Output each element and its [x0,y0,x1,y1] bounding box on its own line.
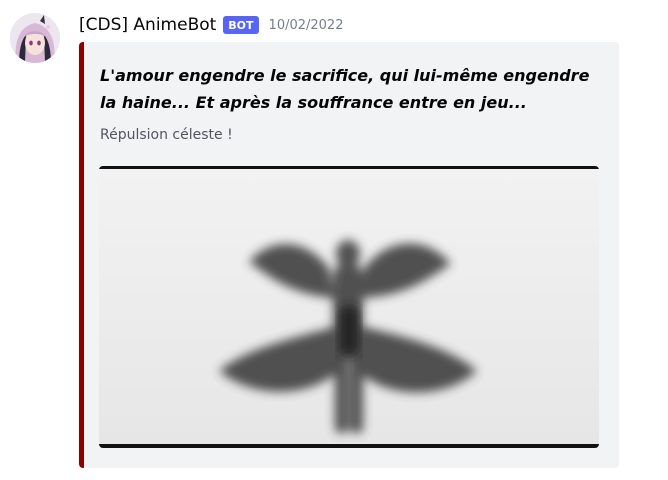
bot-badge: BOT [223,16,259,34]
embed-title: L'amour engendre le sacrifice, qui lui-m… [100,66,590,112]
avatar-image [10,13,60,63]
message-header: [CDS] AnimeBot BOT 10/02/2022 [79,12,343,38]
embed-description: Répulsion céleste ! [100,127,233,143]
silhouette-image [99,166,599,448]
message-timestamp[interactable]: 10/02/2022 [269,18,344,33]
embed-image[interactable] [99,166,599,448]
message-embed: L'amour engendre le sacrifice, qui lui-m… [79,42,619,468]
embed-accent-bar [79,42,84,468]
author-name[interactable]: [CDS] AnimeBot [79,15,216,35]
author-avatar[interactable] [10,13,60,63]
